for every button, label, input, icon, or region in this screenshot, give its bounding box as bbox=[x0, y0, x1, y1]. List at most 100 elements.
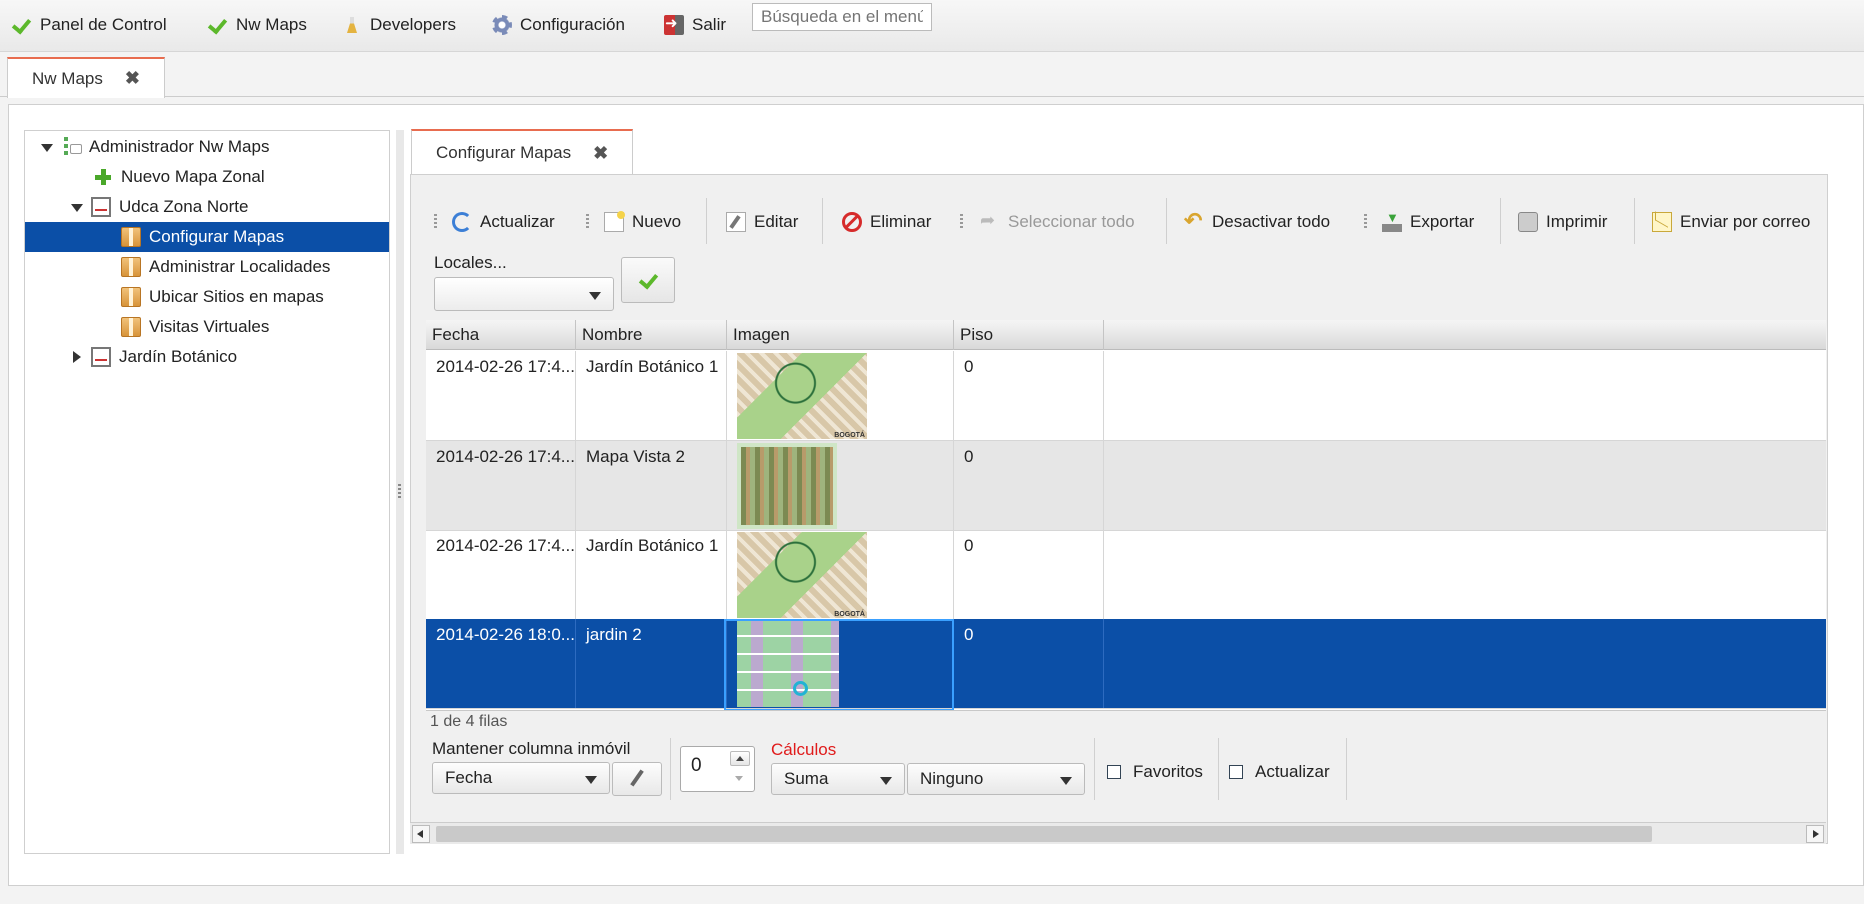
tree-item-administrar-localidades[interactable]: Administrar Localidades bbox=[25, 252, 389, 282]
board-icon bbox=[91, 347, 111, 367]
scroll-right-icon[interactable] bbox=[1806, 825, 1824, 843]
mail-icon bbox=[1652, 212, 1672, 232]
cell-fecha: 2014-02-26 17:4... bbox=[426, 530, 576, 619]
select-all-button[interactable]: Seleccionar todo bbox=[980, 208, 1135, 236]
select-all-icon bbox=[980, 210, 1000, 232]
expand-toggle-icon[interactable] bbox=[69, 200, 83, 214]
tree-item-udca-zona-norte[interactable]: Udca Zona Norte bbox=[25, 192, 389, 222]
stepper-up-icon[interactable] bbox=[730, 751, 750, 766]
export-button[interactable]: Exportar bbox=[1382, 208, 1474, 236]
checkbox-box[interactable] bbox=[1107, 765, 1121, 779]
column-header-fecha[interactable]: Fecha bbox=[426, 320, 576, 350]
print-label: Imprimir bbox=[1546, 212, 1608, 231]
menu-label: Configuración bbox=[520, 15, 625, 34]
printer-icon bbox=[1518, 212, 1538, 232]
new-button[interactable]: Nuevo bbox=[604, 208, 681, 236]
table-row[interactable]: 2014-02-26 17:4... Jardín Botánico 1 0 bbox=[426, 351, 1826, 441]
table-row[interactable]: 2014-02-26 17:4... Mapa Vista 2 0 bbox=[426, 441, 1826, 531]
navigation-tree: Administrador Nw Maps Nuevo Mapa Zonal U… bbox=[24, 130, 390, 854]
select-all-label: Seleccionar todo bbox=[1008, 212, 1135, 231]
tree-item-visitas-virtuales[interactable]: Visitas Virtuales bbox=[25, 312, 389, 342]
tree-item-administrador[interactable]: Administrador Nw Maps bbox=[25, 132, 389, 162]
column-header-piso[interactable]: Piso bbox=[954, 320, 1104, 350]
cell-fecha: 2014-02-26 17:4... bbox=[426, 441, 576, 530]
pager-info: 1 de 4 filas bbox=[430, 713, 508, 730]
print-button[interactable]: Imprimir bbox=[1518, 208, 1607, 236]
toolbar-grip bbox=[586, 214, 589, 228]
table-row-selected[interactable]: 2014-02-26 18:0... jardin 2 0 bbox=[426, 619, 1826, 709]
delete-label: Eliminar bbox=[870, 212, 932, 231]
cell-nombre: Jardín Botánico 1 bbox=[576, 530, 727, 619]
menu-label: Panel de Control bbox=[40, 15, 167, 34]
locales-select[interactable] bbox=[434, 277, 614, 311]
edit-button[interactable]: Editar bbox=[726, 208, 798, 236]
expand-toggle-icon[interactable] bbox=[69, 350, 83, 364]
favorites-checkbox[interactable]: Favoritos bbox=[1107, 761, 1203, 783]
toolbar-grip bbox=[434, 214, 437, 228]
scroll-left-icon[interactable] bbox=[412, 825, 430, 843]
tab-label: Nw Maps bbox=[32, 68, 103, 88]
auto-refresh-checkbox[interactable]: Actualizar bbox=[1229, 761, 1330, 783]
map-thumbnail bbox=[737, 443, 837, 529]
tab-nw-maps[interactable]: Nw Maps ✖ bbox=[7, 57, 165, 98]
table-row[interactable]: 2014-02-26 17:4... Jardín Botánico 1 0 bbox=[426, 530, 1826, 620]
edit-label: Editar bbox=[754, 212, 799, 231]
gear-icon bbox=[492, 15, 512, 35]
frozen-columns-stepper[interactable]: 0 bbox=[680, 746, 755, 792]
top-menu-bar: Panel de Control Nw Maps Developers Conf… bbox=[0, 0, 1864, 52]
horizontal-scrollbar[interactable] bbox=[410, 822, 1826, 844]
stepper-down-icon[interactable] bbox=[730, 771, 750, 786]
calc-target-select[interactable]: Ninguno bbox=[907, 763, 1085, 795]
menu-nw-maps[interactable]: Nw Maps bbox=[208, 12, 307, 38]
scroll-thumb[interactable] bbox=[436, 826, 1652, 842]
close-icon[interactable]: ✖ bbox=[125, 68, 140, 89]
map-thumbnail bbox=[737, 353, 867, 439]
apply-filter-button[interactable] bbox=[621, 257, 675, 303]
locales-label: Locales... bbox=[434, 253, 507, 272]
calc-function-select[interactable]: Suma bbox=[771, 763, 905, 795]
expand-toggle-icon[interactable] bbox=[39, 140, 53, 154]
tree-root-icon bbox=[61, 137, 82, 157]
box-icon bbox=[121, 257, 141, 277]
favorites-label: Favoritos bbox=[1133, 762, 1203, 781]
new-label: Nuevo bbox=[632, 212, 682, 231]
auto-refresh-label: Actualizar bbox=[1255, 762, 1330, 781]
toolbar-separator bbox=[1166, 198, 1167, 244]
tab-configurar-mapas[interactable]: Configurar Mapas ✖ bbox=[411, 129, 634, 175]
tree-item-nuevo-mapa-zonal[interactable]: Nuevo Mapa Zonal bbox=[25, 162, 389, 192]
tree-item-configurar-mapas[interactable]: Configurar Mapas bbox=[25, 222, 389, 252]
panel-splitter[interactable] bbox=[396, 130, 404, 854]
delete-icon bbox=[842, 212, 862, 232]
email-button[interactable]: Enviar por correo bbox=[1652, 208, 1810, 236]
tree-item-label: Visitas Virtuales bbox=[149, 317, 270, 336]
plus-icon bbox=[93, 167, 113, 187]
menu-panel-de-control[interactable]: Panel de Control bbox=[12, 12, 167, 38]
cell-piso: 0 bbox=[954, 351, 1104, 440]
cell-piso: 0 bbox=[954, 619, 1104, 708]
refresh-button[interactable]: Actualizar bbox=[452, 208, 555, 236]
board-icon bbox=[91, 197, 111, 217]
delete-button[interactable]: Eliminar bbox=[842, 208, 931, 236]
menu-search-input[interactable] bbox=[752, 3, 932, 31]
refresh-label: Actualizar bbox=[480, 212, 555, 231]
freeze-column-select[interactable]: Fecha bbox=[432, 762, 610, 794]
menu-salir[interactable]: Salir bbox=[664, 12, 726, 38]
menu-developers[interactable]: Developers bbox=[342, 12, 456, 38]
edit-column-button[interactable] bbox=[612, 762, 662, 796]
footer-separator bbox=[670, 738, 671, 800]
box-icon bbox=[121, 227, 141, 247]
menu-label: Developers bbox=[370, 15, 456, 34]
checkbox-box[interactable] bbox=[1229, 765, 1243, 779]
tree-item-jardin-botanico[interactable]: Jardín Botánico bbox=[25, 342, 389, 372]
close-icon[interactable]: ✖ bbox=[593, 143, 608, 164]
column-header-nombre[interactable]: Nombre bbox=[576, 320, 727, 350]
tree-item-ubicar-sitios[interactable]: Ubicar Sitios en mapas bbox=[25, 282, 389, 312]
deactivate-all-button[interactable]: Desactivar todo bbox=[1184, 208, 1330, 236]
outer-tab-bar: Nw Maps ✖ bbox=[0, 52, 1864, 98]
map-thumbnail bbox=[737, 532, 867, 618]
menu-configuracion[interactable]: Configuración bbox=[492, 12, 625, 38]
tree-item-label: Udca Zona Norte bbox=[119, 197, 249, 216]
export-icon bbox=[1382, 210, 1402, 232]
deactivate-all-label: Desactivar todo bbox=[1212, 212, 1331, 231]
column-header-imagen[interactable]: Imagen bbox=[727, 320, 954, 350]
